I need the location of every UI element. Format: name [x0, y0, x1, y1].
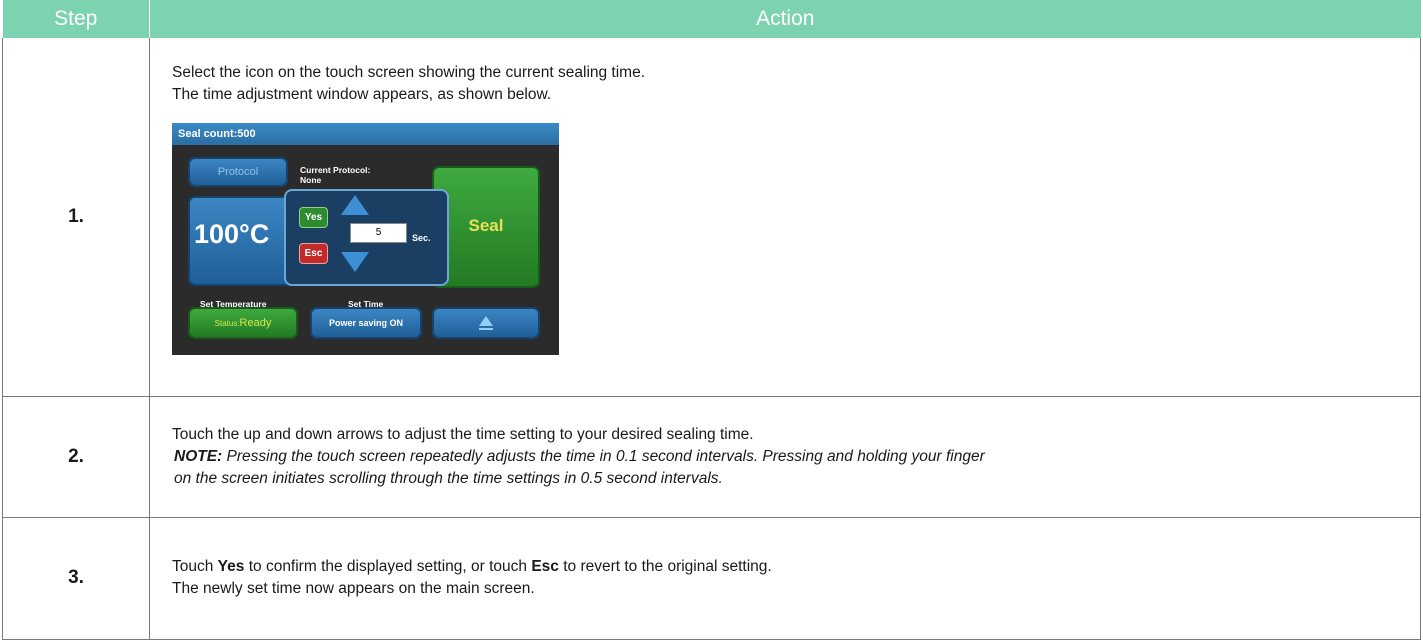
device-screenshot: Seal count:500 Protocol Current Protocol…	[172, 123, 559, 356]
triangle-up-icon	[479, 316, 493, 327]
text-part: Touch	[172, 558, 218, 575]
note-text: NOTE: Pressing the touch screen repeated…	[174, 446, 1420, 468]
table-header-row: Step Action	[2, 0, 1421, 38]
steps-table: Step Action 1. Select the icon on the to…	[2, 0, 1421, 640]
step-action: Touch Yes to confirm the displayed setti…	[149, 516, 1421, 640]
arrow-up-icon	[341, 195, 369, 216]
instruction-text: Touch Yes to confirm the displayed setti…	[172, 556, 1420, 578]
step-number: 3.	[2, 516, 150, 640]
step-action: Touch the up and down arrows to adjust t…	[149, 395, 1421, 518]
scroll-up-button	[432, 307, 540, 340]
instruction-text: The time adjustment window appears, as s…	[172, 86, 552, 104]
header-step: Step	[2, 0, 150, 38]
text-part: to confirm the displayed setting, or tou…	[244, 558, 532, 575]
keyword-yes: Yes	[217, 558, 245, 575]
text-part: to revert to the original setting.	[558, 558, 772, 575]
note-line-2: on the screen initiates scrolling throug…	[174, 469, 723, 487]
status-value: Ready	[239, 317, 272, 330]
step-action: Select the icon on the touch screen show…	[149, 38, 1421, 397]
protocol-button: Protocol	[188, 157, 288, 188]
keyword-esc: Esc	[531, 558, 559, 575]
esc-button: Esc	[299, 243, 328, 265]
arrow-down-icon	[341, 252, 369, 273]
underline-bar	[479, 328, 493, 331]
time-unit: Sec.	[412, 233, 431, 244]
table-row: 3. Touch Yes to confirm the displayed se…	[2, 516, 1421, 640]
table-row: 1. Select the icon on the touch screen s…	[2, 38, 1421, 397]
time-value-field: 5	[350, 223, 407, 244]
time-adjust-popup: Yes Esc 5 Sec.	[284, 189, 449, 287]
status-button: Status:Ready	[188, 307, 298, 340]
instruction-text: Touch the up and down arrows to adjust t…	[172, 425, 754, 443]
header-action: Action	[149, 0, 1421, 38]
instruction-text: The newly set time now appears on the ma…	[172, 580, 535, 597]
temperature-value: 100°C	[194, 219, 270, 250]
note-line-1: Pressing the touch screen repeatedly adj…	[222, 447, 985, 465]
table-row: 2. Touch the up and down arrows to adjus…	[2, 395, 1421, 518]
current-protocol-value: None	[300, 175, 322, 186]
instruction-text: Select the icon on the touch screen show…	[172, 64, 646, 82]
step-number: 2.	[2, 395, 150, 518]
note-label: NOTE:	[174, 447, 223, 465]
power-saving-button: Power saving ON	[310, 307, 422, 340]
seal-count-bar: Seal count:500	[172, 123, 559, 146]
yes-button: Yes	[299, 207, 328, 229]
status-prefix: Status:	[214, 319, 240, 329]
step-number: 1.	[2, 38, 150, 397]
